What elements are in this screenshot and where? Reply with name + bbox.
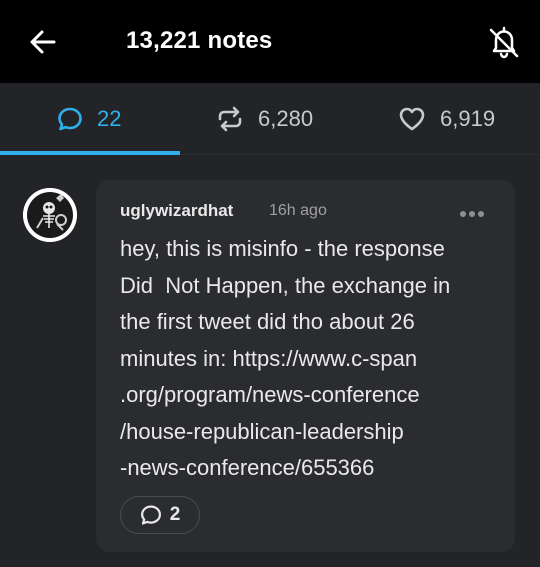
reblogs-count: 6,280 [258, 106, 314, 131]
reply-body-line: Did Not Happen, the exchange in [120, 272, 451, 298]
notes-tabs: 22 6,280 6,919 [0, 83, 540, 155]
tab-likes[interactable]: 6,919 [398, 83, 495, 155]
likes-count: 6,919 [440, 106, 496, 131]
reply-body-line[interactable]: -news-conference/655366 [120, 450, 500, 487]
back-button[interactable] [28, 27, 58, 57]
active-tab-indicator [0, 151, 180, 155]
more-options-button[interactable] [457, 206, 489, 222]
reply-card: uglywizardhat 16h ago hey, this is misin… [96, 180, 515, 552]
page-title: 13,221 notes [126, 27, 273, 54]
back-arrow-icon [30, 30, 56, 54]
more-icon [460, 211, 484, 217]
reply-body-line[interactable]: .org/program/news-conference [120, 377, 500, 414]
reply-timestamp: 16h ago [269, 202, 327, 219]
heart-icon [399, 107, 425, 131]
tab-reblogs[interactable]: 6,280 [216, 83, 313, 155]
replies-count: 22 [97, 106, 122, 131]
reblog-icon [218, 106, 242, 132]
reply-username[interactable]: uglywizardhat [120, 201, 233, 221]
reply-body-line[interactable]: /house-republican-leadership [120, 414, 500, 451]
skeleton-avatar-image [23, 188, 77, 242]
bell-off-icon [489, 26, 519, 59]
mute-notifications-button[interactable] [484, 22, 524, 62]
reply-body-line[interactable]: minutes in: https://www.c-span [120, 341, 500, 378]
speech-bubble-icon [58, 107, 82, 131]
top-bar: 13,221 notes [0, 0, 540, 83]
reply-body: hey, this is misinfo - the response Did … [120, 231, 500, 487]
reply-thread-count: 2 [169, 504, 181, 525]
tab-replies[interactable]: 22 [57, 83, 121, 155]
reply-body-line: hey, this is misinfo - the response [120, 236, 445, 261]
speech-bubble-icon [140, 505, 161, 525]
reply-body-line: the first tweet did tho about 26 [120, 309, 415, 334]
avatar[interactable] [23, 188, 77, 242]
reply-thread-button[interactable]: 2 [120, 496, 200, 534]
